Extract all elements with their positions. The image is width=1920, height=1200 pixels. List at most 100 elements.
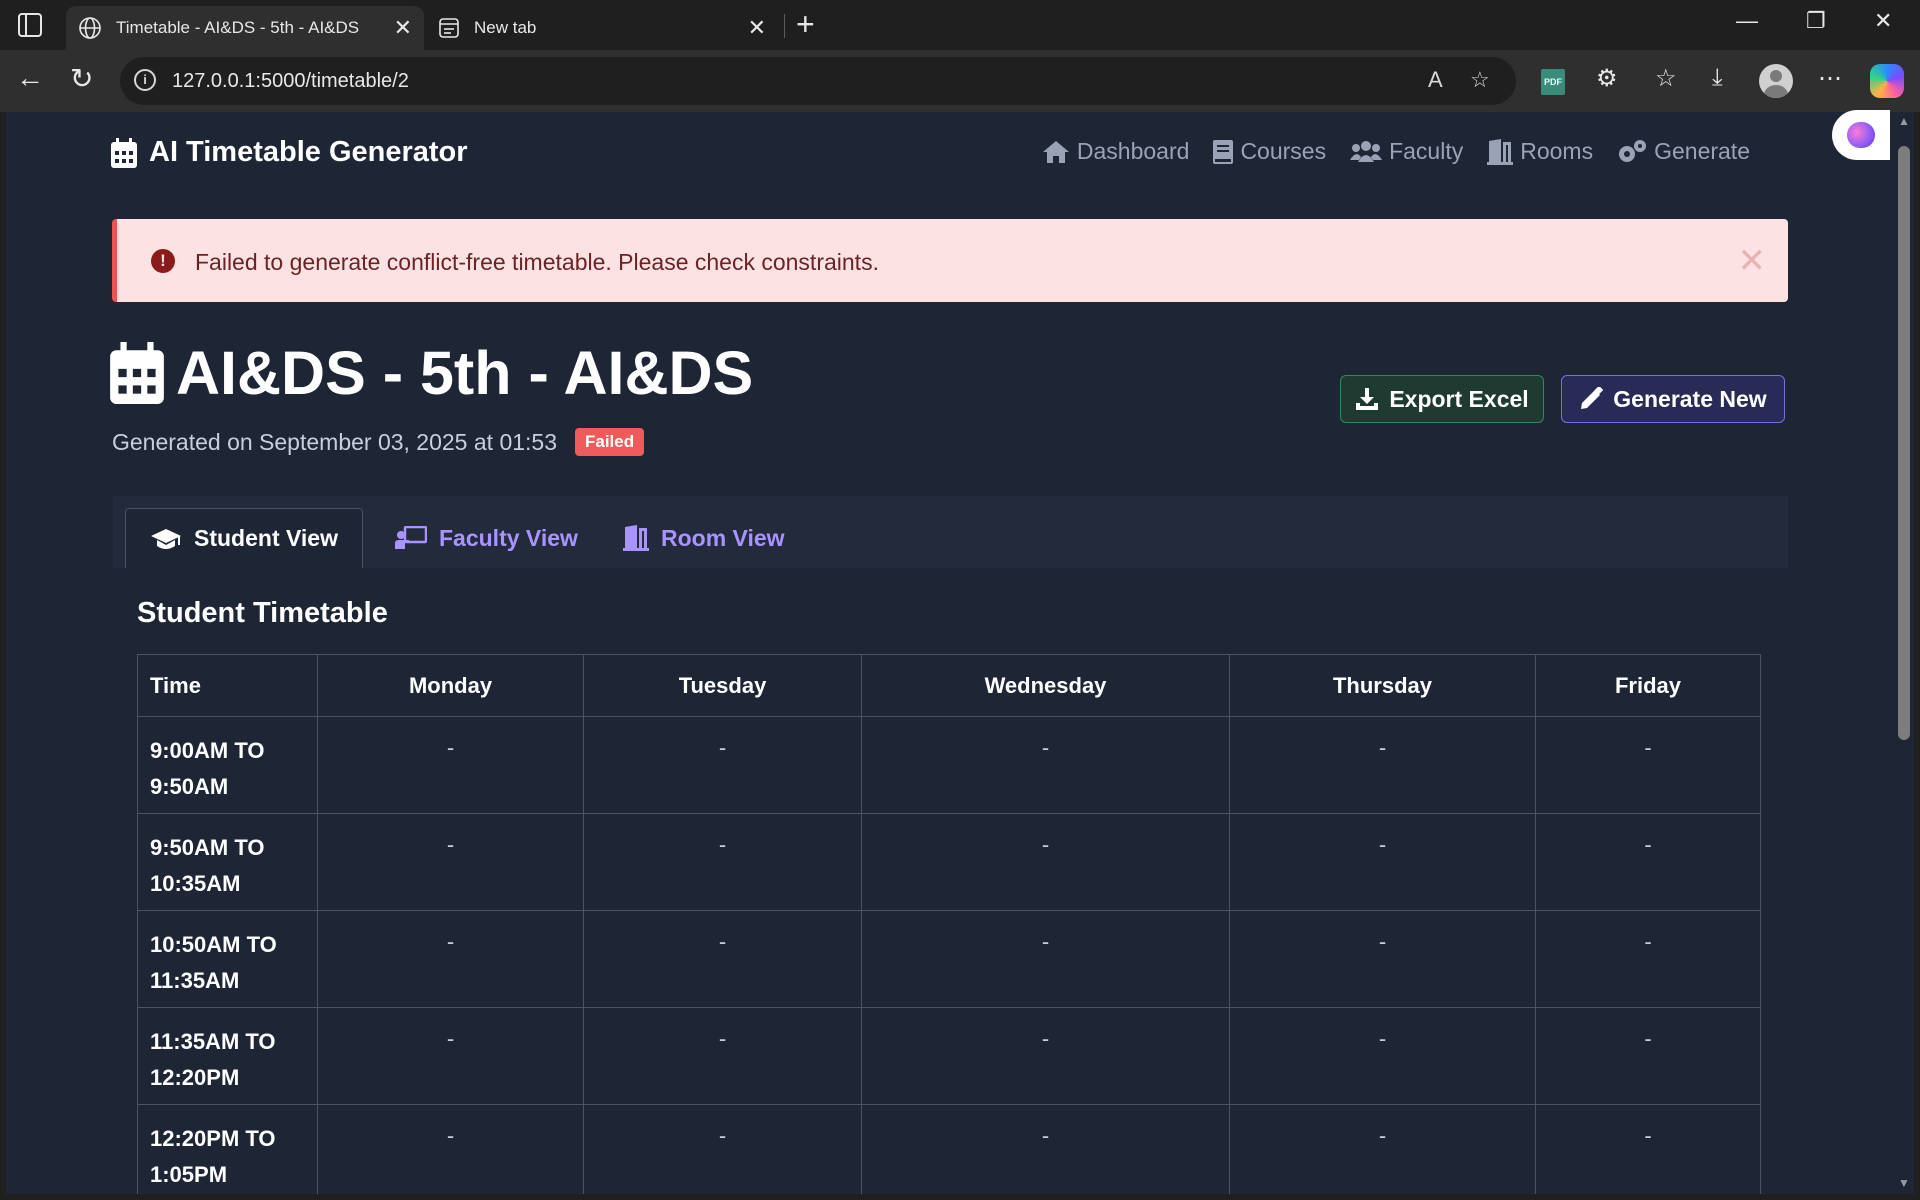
table-cell: - bbox=[583, 813, 862, 911]
column-header: Wednesday bbox=[861, 654, 1230, 717]
tab-label: Student View bbox=[194, 525, 338, 551]
generate-label: Generate New bbox=[1613, 385, 1767, 412]
table-row: 9:50AM TO 10:35AM - - - - - bbox=[137, 813, 1761, 911]
exclamation-circle-icon: ! bbox=[151, 249, 175, 273]
tab-student-view[interactable]: Student View bbox=[125, 508, 363, 568]
refresh-icon[interactable]: ↻ bbox=[70, 62, 93, 95]
error-alert: ! Failed to generate conflict-free timet… bbox=[112, 219, 1788, 302]
nav-generate[interactable]: Generate bbox=[1617, 138, 1750, 165]
browser-tab-bar: Timetable - AI&DS - 5th - AI&DS ✕ New ta… bbox=[0, 0, 1920, 50]
generated-text: Generated on September 03, 2025 at 01:53 bbox=[112, 428, 557, 455]
table-cell: - bbox=[861, 716, 1230, 814]
gears-icon bbox=[1619, 139, 1647, 162]
page-viewport: AI Timetable Generator Dashboard Courses… bbox=[6, 112, 1894, 1194]
export-excel-button[interactable]: Export Excel bbox=[1340, 375, 1544, 423]
favorite-star-icon[interactable]: ☆ bbox=[1470, 67, 1490, 93]
door-icon bbox=[1487, 138, 1514, 165]
close-tab-icon[interactable]: ✕ bbox=[394, 15, 412, 41]
pencil-icon bbox=[1581, 387, 1604, 409]
time-slot: 9:50AM TO 10:35AM bbox=[137, 813, 318, 911]
nav-label: Dashboard bbox=[1076, 138, 1190, 164]
browser-tab-timetable[interactable]: Timetable - AI&DS - 5th - AI&DS ✕ bbox=[66, 6, 424, 50]
table-cell: - bbox=[861, 1104, 1230, 1194]
minimize-icon[interactable]: — bbox=[1736, 8, 1758, 34]
tab-faculty-view[interactable]: Faculty View bbox=[395, 508, 578, 568]
brain-icon bbox=[1847, 122, 1875, 148]
nav-label: Faculty bbox=[1389, 138, 1464, 164]
table-cell: - bbox=[861, 910, 1230, 1008]
brand-name: AI Timetable Generator bbox=[149, 136, 468, 168]
tab-title: Timetable - AI&DS - 5th - AI&DS bbox=[116, 18, 360, 37]
table-cell: - bbox=[583, 716, 862, 814]
more-menu-icon[interactable]: ⋯ bbox=[1818, 64, 1842, 93]
table-cell: - bbox=[1229, 813, 1536, 911]
top-nav: Dashboard Courses Faculty Rooms Generate bbox=[1042, 138, 1750, 165]
downloads-icon[interactable]: ⤓ bbox=[1712, 64, 1723, 92]
url-text[interactable]: 127.0.0.1:5000/timetable/2 bbox=[172, 70, 409, 93]
site-info-icon[interactable]: i bbox=[134, 69, 156, 91]
column-header: Tuesday bbox=[583, 654, 862, 717]
scroll-up-icon[interactable]: ▲ bbox=[1898, 114, 1910, 128]
tab-actions-icon[interactable] bbox=[18, 13, 42, 37]
favorites-icon[interactable]: ☆ bbox=[1655, 64, 1677, 93]
table-cell: - bbox=[1229, 1104, 1536, 1194]
nav-courses[interactable]: Courses bbox=[1213, 138, 1326, 165]
read-aloud-icon[interactable]: A bbox=[1428, 67, 1443, 93]
nav-rooms[interactable]: Rooms bbox=[1487, 138, 1593, 165]
users-icon bbox=[1350, 140, 1383, 162]
scrollbar-thumb[interactable] bbox=[1898, 146, 1910, 740]
table-cell: - bbox=[1229, 1007, 1536, 1105]
scroll-down-icon[interactable]: ▼ bbox=[1898, 1176, 1910, 1190]
table-cell: - bbox=[1535, 716, 1761, 814]
browser-tab-new[interactable]: New tab ✕ bbox=[428, 6, 778, 50]
download-icon bbox=[1356, 388, 1379, 410]
close-tab-icon[interactable]: ✕ bbox=[748, 15, 766, 41]
table-header-row: Time Monday Tuesday Wednesday Thursday F… bbox=[137, 654, 1761, 717]
copilot-icon[interactable] bbox=[1870, 64, 1904, 98]
tab-label: Faculty View bbox=[439, 524, 578, 551]
book-icon bbox=[1213, 139, 1234, 164]
floating-extension-button[interactable] bbox=[1832, 110, 1890, 160]
tab-separator bbox=[784, 14, 785, 38]
close-alert-icon[interactable]: ✕ bbox=[1738, 241, 1767, 281]
nav-faculty[interactable]: Faculty bbox=[1350, 138, 1463, 165]
time-slot: 10:50AM TO 11:35AM bbox=[137, 910, 318, 1008]
table-cell: - bbox=[1229, 716, 1536, 814]
back-icon[interactable]: ← bbox=[16, 62, 44, 94]
calendar-icon bbox=[111, 137, 137, 168]
table-row: 12:20PM TO 1:05PM - - - - - bbox=[137, 1104, 1761, 1194]
new-tab-button[interactable]: + bbox=[796, 6, 815, 42]
table-cell: - bbox=[317, 813, 584, 911]
column-header: Time bbox=[137, 654, 318, 717]
page-scrollbar[interactable]: ▲ ▼ bbox=[1894, 112, 1914, 1194]
generate-new-button[interactable]: Generate New bbox=[1561, 375, 1785, 423]
status-badge: Failed bbox=[575, 428, 645, 456]
door-icon bbox=[623, 525, 649, 551]
view-tabs: Student View Faculty View Room View bbox=[113, 496, 1788, 568]
export-label: Export Excel bbox=[1389, 385, 1529, 412]
timetable: Time Monday Tuesday Wednesday Thursday F… bbox=[137, 654, 1761, 1194]
time-slot: 12:20PM TO 1:05PM bbox=[137, 1104, 318, 1194]
table-cell: - bbox=[1535, 1007, 1761, 1105]
table-cell: - bbox=[317, 910, 584, 1008]
globe-icon bbox=[79, 17, 101, 39]
table-cell: - bbox=[1535, 813, 1761, 911]
extensions-icon[interactable]: ⚙ bbox=[1596, 64, 1618, 93]
brand[interactable]: AI Timetable Generator bbox=[111, 136, 468, 169]
tab-room-view[interactable]: Room View bbox=[623, 508, 785, 568]
title-text: AI&DS - 5th - AI&DS bbox=[176, 339, 754, 407]
profile-avatar[interactable] bbox=[1759, 64, 1793, 98]
restore-icon[interactable]: ❐ bbox=[1806, 8, 1826, 34]
table-cell: - bbox=[861, 813, 1230, 911]
table-cell: - bbox=[583, 1007, 862, 1105]
pdf-extension-icon[interactable]: PDF bbox=[1541, 69, 1565, 95]
table-cell: - bbox=[1229, 910, 1536, 1008]
column-header: Thursday bbox=[1229, 654, 1536, 717]
url-box[interactable]: i 127.0.0.1:5000/timetable/2 A ☆ bbox=[120, 57, 1516, 105]
close-window-icon[interactable]: ✕ bbox=[1874, 8, 1892, 34]
nav-dashboard[interactable]: Dashboard bbox=[1042, 138, 1190, 165]
column-header: Monday bbox=[317, 654, 584, 717]
table-cell: - bbox=[317, 716, 584, 814]
calendar-icon bbox=[110, 342, 164, 404]
column-header: Friday bbox=[1535, 654, 1761, 717]
